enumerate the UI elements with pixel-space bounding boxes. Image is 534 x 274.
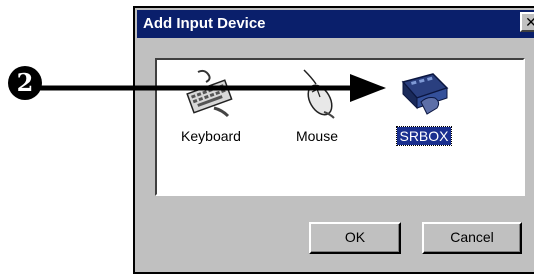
step-number-badge: 2	[8, 66, 42, 100]
callout-arrow	[40, 74, 386, 102]
